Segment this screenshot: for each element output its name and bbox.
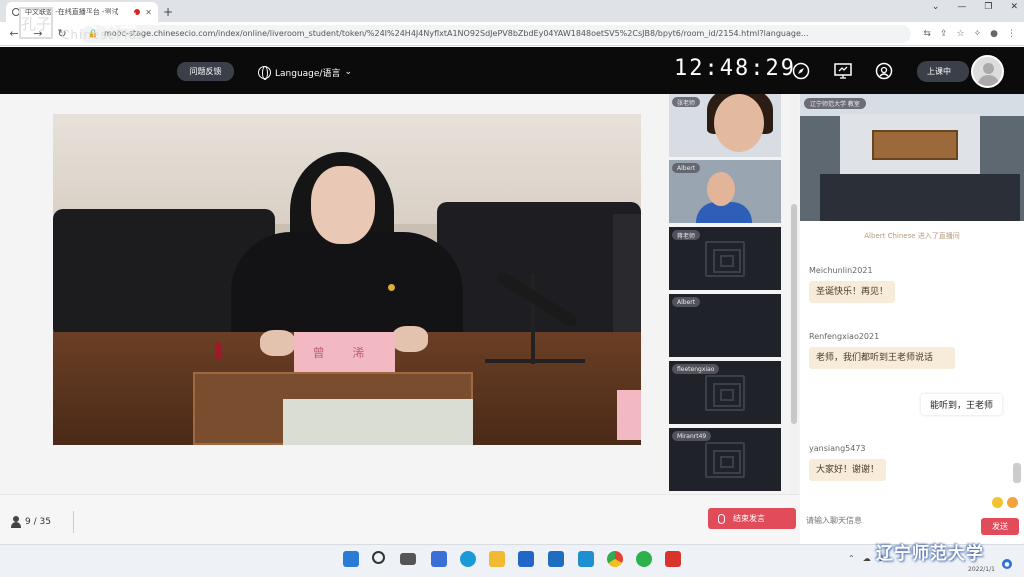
wps-icon[interactable] (665, 551, 681, 567)
app-icon[interactable] (578, 551, 594, 567)
participant-video[interactable]: Albert (669, 160, 781, 223)
chat-message-own: 能听到，王老师 (920, 394, 1002, 415)
globe-icon (258, 65, 271, 80)
classroom-video[interactable]: 辽宁师范大学 教室 (800, 94, 1024, 221)
participant-video[interactable]: 蒋老师 (669, 227, 781, 290)
address-bar-row: ← → ↻ 🔒 mooc-stage.chinesecio.com/index/… (0, 22, 1024, 46)
end-speaking-label: 结束发言 (733, 514, 765, 523)
task-view-icon[interactable] (400, 553, 416, 565)
chevron-down-icon[interactable]: ⌄ (932, 2, 940, 12)
classroom-label: 辽宁师范大学 教室 (804, 98, 866, 109)
chat-input[interactable] (806, 512, 976, 528)
system-message: Albert Chinese 进入了直播间 (864, 232, 960, 240)
browser-tab-bar: 中文联盟 -在线直播平台 -测试 ✕ + ⌄ — ❐ ✕ (0, 0, 1024, 22)
participant-count: 9 / 35 (11, 511, 74, 533)
widgets-icon[interactable] (431, 551, 447, 567)
share-icon[interactable]: ⇪ (940, 29, 948, 39)
chevron-up-icon[interactable]: ⌃ (848, 554, 855, 563)
chat-panel: 辽宁师范大学 教室 Albert Chinese 进入了直播间 Meichunl… (800, 94, 1024, 544)
feedback-button[interactable]: 问题反馈 (177, 62, 234, 81)
person-icon (11, 516, 21, 528)
main-video[interactable]: 曾 浠 (53, 114, 641, 445)
extension-icons: ⇆ ⇪ ☆ ✧ ● ⋮ (923, 29, 1016, 39)
notification-icon[interactable]: ● (1002, 559, 1012, 569)
edge-icon[interactable] (460, 551, 476, 567)
participant-label: 张老师 (672, 97, 701, 107)
control-bar (0, 494, 800, 544)
chat-message: 老师，我们都听到王老师说话 (809, 347, 955, 369)
camera-off-icon (705, 442, 745, 478)
logo-english: ChinesePlus (61, 28, 145, 42)
participant-label: 蒋老师 (672, 230, 701, 240)
chrome-icon[interactable] (607, 551, 623, 567)
class-clock: 12:48:29 (674, 56, 796, 81)
language-label: Language/语言 (275, 68, 341, 79)
profile-icon[interactable]: ● (990, 29, 998, 39)
camera-off-icon (705, 375, 745, 411)
nameplate: 曾 浠 (294, 332, 395, 372)
screen: 中文联盟 -在线直播平台 -测试 ✕ + ⌄ — ❐ ✕ ← → ↻ 🔒 moo… (0, 0, 1024, 577)
cloud-icon[interactable]: ☁ (863, 554, 871, 563)
compass-icon[interactable] (791, 62, 811, 80)
mail-icon[interactable] (548, 551, 564, 567)
university-watermark: 辽宁师范大学 (876, 544, 984, 564)
camera-off-icon (705, 241, 745, 277)
translate-icon[interactable]: ⇆ (923, 29, 931, 39)
participant-label: Miranrt49 (672, 431, 712, 441)
participant-label: Albert (672, 297, 701, 307)
address-input[interactable]: 🔒 mooc-stage.chinesecio.com/index/online… (80, 24, 912, 43)
app-header (0, 47, 1024, 94)
close-window-icon[interactable]: ✕ (1010, 2, 1018, 12)
menu-icon[interactable]: ⋮ (1007, 29, 1016, 39)
language-selector[interactable]: Language/语言 ⌄ (258, 63, 352, 81)
in-class-button[interactable]: 上课中 (917, 61, 969, 82)
participant-count-text: 9 / 35 (25, 517, 51, 527)
restore-icon[interactable]: ❐ (984, 2, 992, 12)
screen-share-icon[interactable] (833, 62, 853, 80)
end-speaking-button[interactable]: 结束发言 (708, 508, 796, 529)
participant-video[interactable]: 张老师 (669, 94, 781, 157)
emoji-icon[interactable] (992, 497, 1003, 508)
start-icon[interactable] (343, 551, 359, 567)
settings-icon[interactable] (874, 62, 894, 80)
close-tab-icon[interactable]: ✕ (145, 8, 152, 17)
star-icon[interactable]: ☆ (957, 29, 965, 39)
wechat-icon[interactable] (636, 551, 652, 567)
speaker-face (311, 166, 375, 244)
chat-message: 大家好！谢谢！ (809, 459, 887, 481)
chat-sender: Renfengxiao2021 (809, 332, 880, 341)
file-explorer-icon[interactable] (489, 551, 505, 567)
sticker-icon[interactable] (1007, 497, 1018, 508)
thumbnail-scrollbar[interactable] (790, 94, 798, 494)
chevron-down-icon: ⌄ (344, 67, 352, 77)
chat-scrollbar[interactable] (1013, 463, 1021, 483)
participant-video[interactable]: Albert (669, 294, 781, 357)
user-avatar[interactable] (971, 55, 1004, 88)
send-button[interactable]: 发送 (981, 518, 1019, 535)
participant-label: fleetengxiao (672, 364, 720, 374)
chat-sender: Meichunlin2021 (809, 266, 873, 275)
participant-video[interactable]: fleetengxiao (669, 361, 781, 424)
store-icon[interactable] (518, 551, 534, 567)
participant-thumbnails: 张老师 Albert 蒋老师 Albert fleetengxiao Miran… (669, 94, 781, 494)
search-icon[interactable] (372, 551, 385, 564)
chat-sender: yansiang5473 (809, 444, 866, 453)
new-tab-button[interactable]: + (158, 2, 178, 22)
microphone-icon (718, 513, 725, 524)
chat-message: 圣诞快乐！再见！ (809, 281, 896, 303)
participant-video[interactable]: Miranrt49 (669, 428, 781, 491)
participant-label: Albert (672, 163, 701, 173)
url-text: mooc-stage.chinesecio.com/index/online/l… (103, 29, 809, 38)
taskbar-date: 2022/1/1 (968, 566, 995, 573)
puzzle-icon[interactable]: ✧ (974, 29, 982, 39)
logo-seal: 孔子 (19, 7, 53, 39)
minimize-icon[interactable]: — (957, 2, 966, 12)
window-controls: ⌄ — ❐ ✕ (932, 2, 1018, 12)
